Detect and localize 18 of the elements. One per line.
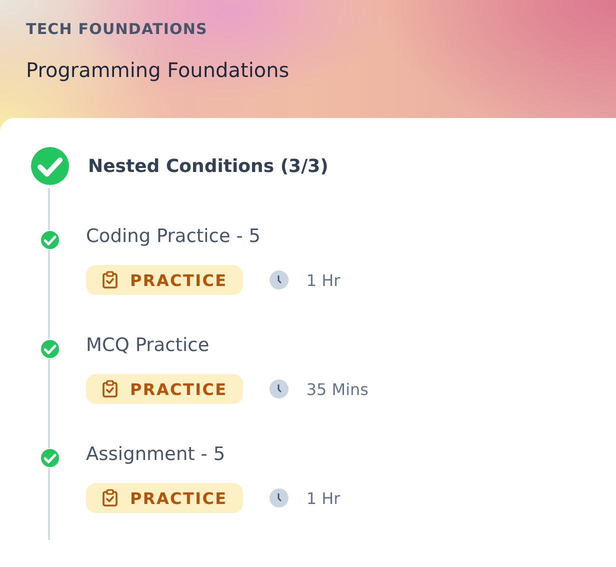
- duration-text: 35 Mins: [306, 380, 368, 398]
- clock-icon: [269, 488, 290, 508]
- clipboard-icon: [102, 380, 118, 398]
- clock-icon: [269, 270, 290, 290]
- clipboard-icon: [102, 489, 118, 507]
- clock-icon: [269, 379, 290, 399]
- practice-badge: PRACTICE: [86, 483, 244, 513]
- section-title[interactable]: Nested Conditions (3/3): [88, 156, 328, 176]
- course-category: TECH FOUNDATIONS: [26, 20, 208, 38]
- lesson-title[interactable]: Assignment - 5: [86, 444, 340, 465]
- clipboard-icon: [102, 271, 118, 289]
- lesson-title[interactable]: Coding Practice - 5: [86, 226, 340, 247]
- course-title: Programming Foundations: [26, 58, 290, 82]
- duration-text: 1 Hr: [306, 488, 340, 508]
- practice-badge: PRACTICE: [86, 374, 244, 404]
- lesson-title[interactable]: MCQ Practice: [86, 335, 368, 356]
- duration-text: 1 Hr: [306, 270, 340, 290]
- practice-badge: PRACTICE: [86, 265, 244, 295]
